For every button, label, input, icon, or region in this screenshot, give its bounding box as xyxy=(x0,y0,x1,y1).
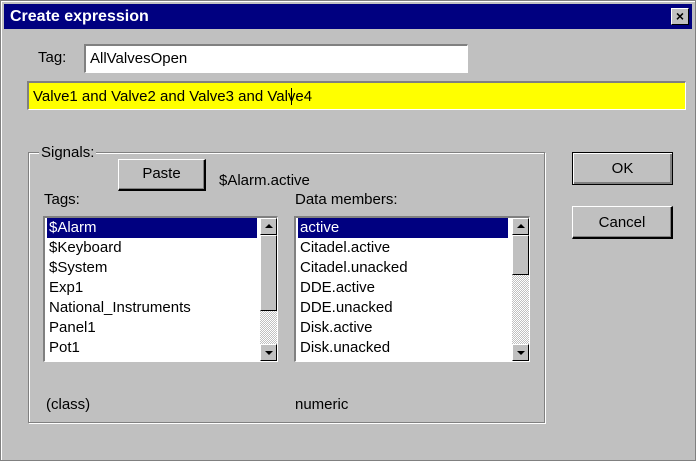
tag-label: Tag: xyxy=(38,49,67,66)
members-scrollbar[interactable] xyxy=(512,218,529,361)
scroll-up-arrow-icon xyxy=(517,224,525,228)
members-list-item[interactable]: Citadel.unacked xyxy=(298,258,508,278)
tag-input[interactable]: AllValvesOpen xyxy=(84,44,468,73)
close-icon[interactable]: × xyxy=(671,8,689,25)
tags-list-item[interactable]: Panel1 xyxy=(47,318,257,338)
members-list-item[interactable]: active xyxy=(298,218,508,238)
tags-list-item[interactable]: Exp1 xyxy=(47,278,257,298)
data-members-label: Data members: xyxy=(295,191,398,208)
member-type-text: numeric xyxy=(295,396,349,413)
data-members-listbox[interactable]: active Citadel.active Citadel.unacked DDE.a… xyxy=(294,216,530,362)
data-members-list: active Citadel.active Citadel.unacked DDE.a… xyxy=(298,218,508,358)
tags-scroll-down-button[interactable] xyxy=(260,344,277,361)
expression-input[interactable]: Valve1 and Valve2 and Valve3 and Valve4 xyxy=(27,81,686,110)
create-expression-dialog: Create expression × Tag: AllValvesOpen V… xyxy=(0,0,696,461)
scroll-down-arrow-icon xyxy=(265,351,273,355)
members-scroll-up-button[interactable] xyxy=(512,218,529,235)
tags-list-item[interactable]: National_Instruments xyxy=(47,298,257,318)
window-title: Create expression xyxy=(10,8,149,25)
tags-list-item[interactable]: Pot1 xyxy=(47,338,257,358)
selected-signal-text: $Alarm.active xyxy=(219,172,310,189)
tag-input-value: AllValvesOpen xyxy=(90,50,188,67)
tags-label: Tags: xyxy=(44,191,80,208)
tags-list-item[interactable]: $Alarm xyxy=(47,218,257,238)
members-list-item[interactable]: Disk.unacked xyxy=(298,338,508,358)
tags-list-item[interactable]: $Keyboard xyxy=(47,238,257,258)
members-list-item[interactable]: DDE.active xyxy=(298,278,508,298)
cancel-button[interactable]: Cancel xyxy=(572,206,673,239)
members-list-item[interactable]: Citadel.active xyxy=(298,238,508,258)
tags-scroll-thumb[interactable] xyxy=(260,235,277,311)
expression-text: Valve1 and Valve2 and Valve3 and Valve4 xyxy=(33,88,313,105)
tags-list-item[interactable]: $System xyxy=(47,258,257,278)
ok-button[interactable]: OK xyxy=(572,152,673,185)
signals-caption: Signals: xyxy=(39,144,97,161)
tags-listbox[interactable]: $Alarm $Keyboard $System Exp1 National_Instr… xyxy=(43,216,278,362)
paste-button[interactable]: Paste xyxy=(118,159,206,191)
title-bar[interactable]: Create expression × xyxy=(4,4,692,29)
scroll-down-arrow-icon xyxy=(517,351,525,355)
tags-list: $Alarm $Keyboard $System Exp1 National_Instr… xyxy=(47,218,257,358)
tag-type-text: (class) xyxy=(46,396,91,413)
members-scroll-down-button[interactable] xyxy=(512,344,529,361)
scroll-up-arrow-icon xyxy=(265,224,273,228)
tags-scroll-up-button[interactable] xyxy=(260,218,277,235)
tags-scrollbar[interactable] xyxy=(260,218,277,361)
text-caret xyxy=(291,88,292,105)
members-list-item[interactable]: DDE.unacked xyxy=(298,298,508,318)
members-list-item[interactable]: Disk.active xyxy=(298,318,508,338)
members-scroll-thumb[interactable] xyxy=(512,235,529,275)
